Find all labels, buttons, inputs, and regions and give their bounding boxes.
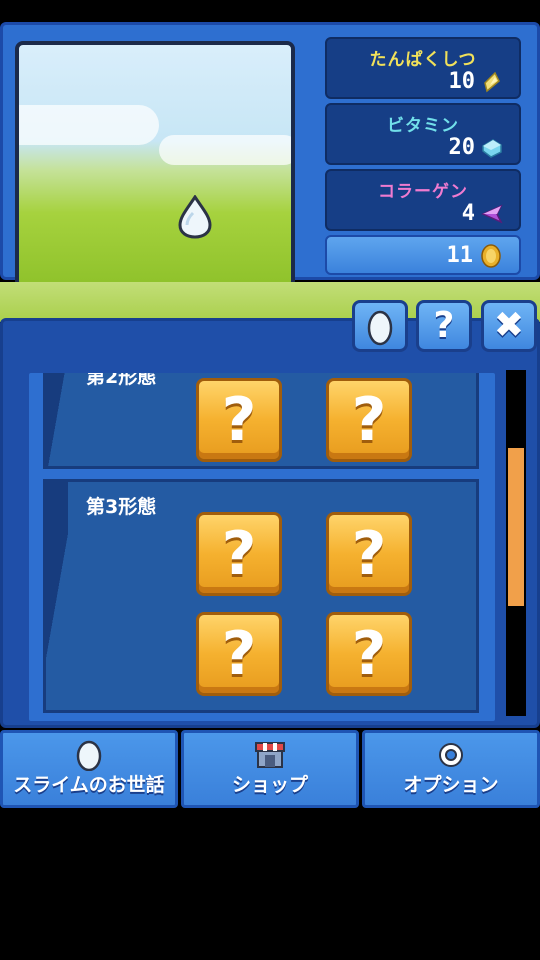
- gear-icon: [439, 743, 463, 767]
- stat-collagen-label: コラーゲン: [378, 182, 468, 202]
- nav-label: スライムのお世話: [13, 774, 165, 796]
- section-title: 第3形態: [86, 496, 157, 518]
- coin-counter: 11: [325, 235, 521, 275]
- purple-gem-icon: [481, 204, 503, 224]
- question-mark: ?: [221, 385, 257, 455]
- slime-drop-icon[interactable]: [177, 195, 213, 239]
- stat-vitamin-label: ビタミン: [387, 116, 459, 136]
- section-title: 第2形態: [86, 373, 157, 388]
- nav-label: ショップ: [231, 774, 308, 796]
- collection-list[interactable]: 第2形態 ? ? 第3形態 ? ? ? ?: [29, 373, 495, 721]
- question-mark: ?: [221, 519, 257, 589]
- close-icon: ✖: [493, 305, 525, 346]
- stat-collagen: コラーゲン 4: [325, 169, 521, 231]
- cloud: [159, 135, 291, 165]
- section-slant: [46, 482, 68, 710]
- close-button[interactable]: ✖: [481, 300, 537, 352]
- scrollbar-thumb[interactable]: [508, 448, 524, 606]
- cyan-gem-icon: [482, 139, 502, 158]
- top-status-panel: たんぱくしつ 10 ビタミン 20 コラーゲン 4 11: [0, 22, 540, 289]
- stat-protein-value: 10: [448, 69, 476, 94]
- help-icon: ?: [433, 305, 455, 346]
- section-slant: [46, 373, 68, 466]
- question-mark: ?: [221, 619, 257, 689]
- yellow-gem-icon: [484, 71, 500, 93]
- stat-vitamin-value: 20: [448, 135, 476, 160]
- unknown-slime-slot[interactable]: ?: [326, 612, 412, 696]
- question-mark: ?: [351, 385, 387, 455]
- form-section-2: 第2形態 ? ?: [43, 373, 479, 469]
- unknown-slime-slot[interactable]: ?: [326, 512, 412, 596]
- unknown-slime-slot[interactable]: ?: [326, 378, 412, 462]
- coin-value: 11: [446, 243, 474, 268]
- slime-icon: [76, 740, 102, 771]
- nav-slime-care[interactable]: スライムのお世話: [0, 730, 178, 808]
- nav-label: オプション: [403, 774, 499, 796]
- question-mark: ?: [351, 619, 387, 689]
- slime-habitat-scene[interactable]: [15, 41, 295, 289]
- help-button[interactable]: ?: [416, 300, 472, 352]
- form-section-3: 第3形態 ? ? ? ?: [43, 479, 479, 713]
- gold-coin-icon: [481, 244, 501, 268]
- egg-button[interactable]: [352, 300, 408, 352]
- question-mark: ?: [351, 519, 387, 589]
- nav-options[interactable]: オプション: [362, 730, 540, 808]
- cloud: [19, 105, 159, 145]
- egg-icon: [367, 310, 393, 346]
- stat-collagen-value: 4: [461, 201, 475, 226]
- unknown-slime-slot[interactable]: ?: [196, 512, 282, 596]
- shop-icon: [255, 742, 285, 768]
- unknown-slime-slot[interactable]: ?: [196, 378, 282, 462]
- stat-vitamin: ビタミン 20: [325, 103, 521, 165]
- unknown-slime-slot[interactable]: ?: [196, 612, 282, 696]
- stat-protein-label: たんぱくしつ: [369, 50, 477, 70]
- stat-protein: たんぱくしつ 10: [325, 37, 521, 99]
- collection-panel: 第2形態 ? ? 第3形態 ? ? ? ?: [0, 318, 540, 728]
- nav-shop[interactable]: ショップ: [181, 730, 359, 808]
